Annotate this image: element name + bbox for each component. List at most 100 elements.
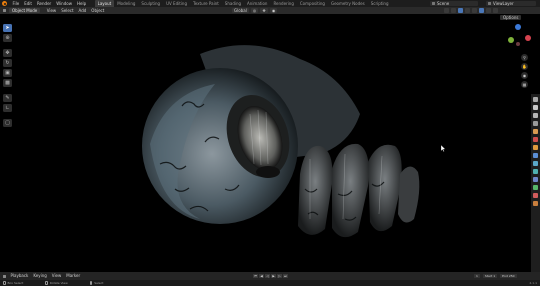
overlay-toggle-icon[interactable] [458, 8, 463, 13]
add-cube-icon[interactable]: ▢ [3, 119, 12, 127]
menu-keying[interactable]: Keying [31, 272, 49, 280]
tab-rendering[interactable]: Rendering [270, 0, 296, 7]
wireframe-shading-icon[interactable] [472, 8, 477, 13]
scene-selector[interactable]: Scene [430, 1, 478, 6]
status-box-select: Box Select [3, 281, 23, 285]
workspace-tabs: Layout Modeling Sculpting UV Editing Tex… [94, 0, 392, 7]
material-icon[interactable] [533, 193, 538, 198]
rotate-icon[interactable]: ↻ [3, 59, 12, 67]
axis-x-icon[interactable] [525, 35, 531, 41]
menu-object[interactable]: Object [89, 7, 107, 14]
menu-add[interactable]: Add [76, 7, 89, 14]
constraints-icon[interactable] [533, 177, 538, 182]
current-frame-field[interactable]: 1 [474, 274, 480, 278]
tool-icon[interactable] [533, 97, 538, 102]
menu-help[interactable]: Help [74, 0, 88, 7]
menu-playback[interactable]: Playback [8, 272, 31, 280]
tab-geometry-nodes[interactable]: Geometry Nodes [328, 0, 368, 7]
jump-start-icon[interactable]: ⏮ [253, 274, 258, 278]
axis-y-icon[interactable] [508, 37, 514, 43]
modifier-icon[interactable] [533, 153, 538, 158]
tab-texture-paint[interactable]: Texture Paint [190, 0, 222, 7]
scene-icon [432, 2, 435, 5]
cursor-3d-icon[interactable]: ⊕ [3, 34, 12, 42]
menu-marker[interactable]: Marker [64, 272, 83, 280]
measure-icon[interactable]: ∟ [3, 104, 12, 112]
menu-view[interactable]: View [44, 7, 59, 14]
mode-dropdown[interactable]: Object Mode [9, 8, 41, 13]
playback-controls: ⏮ ◀ ◁ ▶ ▷ ⏭ [253, 274, 288, 278]
zoom-icon[interactable]: ⚲ [521, 54, 528, 61]
physics-icon[interactable] [533, 169, 538, 174]
play-icon[interactable]: ▶ [271, 274, 276, 278]
scale-icon[interactable]: ▣ [3, 69, 12, 77]
move-icon[interactable]: ✥ [3, 49, 12, 57]
scene-name: Scene [437, 1, 450, 6]
tab-animation[interactable]: Animation [244, 0, 270, 7]
tab-shading[interactable]: Shading [222, 0, 244, 7]
transform-icon[interactable]: ▩ [3, 79, 12, 87]
editor-type-icon[interactable] [3, 9, 6, 12]
axis-neg-icon[interactable] [516, 42, 520, 46]
menu-render[interactable]: Render [34, 0, 53, 7]
snap-icon[interactable]: ❖ [260, 8, 268, 13]
view-layer-selector[interactable]: ViewLayer [486, 1, 536, 6]
options-dropdown[interactable]: Options [500, 15, 522, 20]
navigation-gizmo[interactable] [505, 24, 531, 50]
annotate-icon[interactable]: ✎ [3, 94, 12, 102]
viewport-header: Object Mode View Select Add Object Globa… [0, 7, 540, 14]
tab-layout[interactable]: Layout [94, 0, 115, 7]
end-value: 250 [508, 274, 515, 278]
material-shading-icon[interactable] [486, 8, 491, 13]
orientation-dropdown[interactable]: Global [232, 8, 249, 13]
tab-compositing[interactable]: Compositing [297, 0, 328, 7]
solid-shading-icon[interactable] [479, 8, 484, 13]
status-rotate-view-label: Rotate View [49, 281, 68, 285]
tab-scripting[interactable]: Scripting [368, 0, 392, 7]
menu-timeline-view[interactable]: View [49, 272, 64, 280]
data-icon[interactable] [533, 185, 538, 190]
viewport-3d[interactable] [0, 14, 531, 272]
pivot-icon[interactable]: ◎ [250, 8, 259, 13]
menu-select[interactable]: Select [59, 7, 76, 14]
menu-file[interactable]: File [10, 0, 22, 7]
menu-edit[interactable]: Edit [22, 0, 35, 7]
camera-icon[interactable]: ◉ [521, 72, 528, 79]
output-icon[interactable] [533, 113, 538, 118]
status-rotate-view: Rotate View [45, 281, 68, 285]
start-frame-field[interactable]: Start 1 [482, 274, 498, 278]
axis-z-icon[interactable] [515, 24, 521, 30]
top-menu-bar: File Edit Render Window Help Layout Mode… [0, 0, 540, 7]
view-layer-icon [488, 2, 491, 5]
prev-keyframe-icon[interactable]: ◀ [259, 274, 264, 278]
timeline-editor-icon[interactable] [3, 274, 6, 278]
xray-toggle-icon[interactable] [465, 8, 470, 13]
sculpt-model[interactable] [142, 45, 420, 238]
texture-icon[interactable] [533, 201, 538, 206]
tab-sculpting[interactable]: Sculpting [138, 0, 163, 7]
scene-icon[interactable] [533, 129, 538, 134]
render-icon[interactable] [533, 105, 538, 110]
pan-hand-icon[interactable]: ✋ [521, 63, 528, 70]
start-label: Start [484, 274, 493, 278]
object-icon[interactable] [533, 145, 538, 150]
status-select-label: Select [94, 281, 104, 285]
tab-uv-editing[interactable]: UV Editing [163, 0, 190, 7]
grid-icon[interactable]: ▦ [521, 81, 528, 88]
tab-modeling[interactable]: Modeling [114, 0, 138, 7]
properties-tabs [531, 94, 540, 272]
jump-end-icon[interactable]: ⏭ [283, 274, 288, 278]
end-frame-field[interactable]: End 250 [500, 274, 517, 278]
play-reverse-icon[interactable]: ◁ [265, 274, 270, 278]
particles-icon[interactable] [533, 161, 538, 166]
gizmo-toggle-icon[interactable] [451, 8, 456, 13]
menu-window[interactable]: Window [54, 0, 75, 7]
world-icon[interactable] [533, 137, 538, 142]
visibility-icon[interactable] [444, 8, 449, 13]
rendered-shading-icon[interactable] [493, 8, 498, 13]
cursor-select-icon[interactable]: ➤ [3, 24, 12, 32]
view-layer-icon[interactable] [533, 121, 538, 126]
next-keyframe-icon[interactable]: ▷ [277, 274, 282, 278]
proportional-edit-icon[interactable]: ◉ [269, 8, 278, 13]
blender-logo-icon[interactable] [2, 1, 7, 6]
